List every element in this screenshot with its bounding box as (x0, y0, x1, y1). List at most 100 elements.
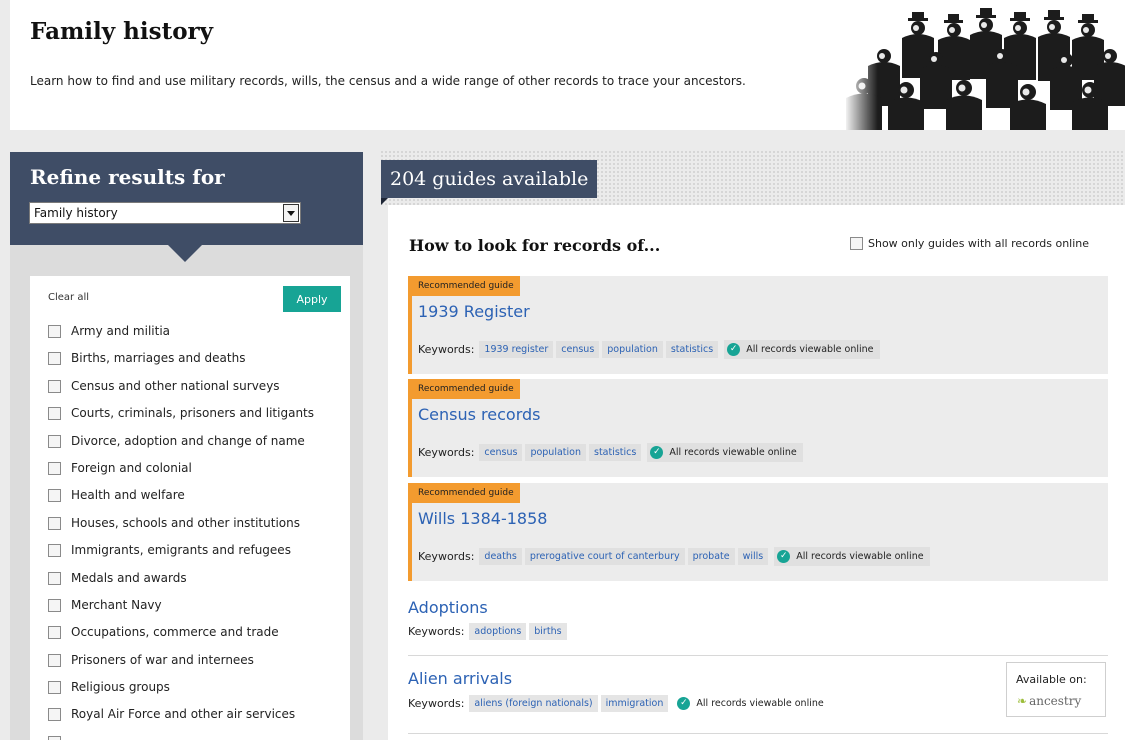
keyword-tag[interactable]: births (529, 623, 567, 640)
filter-item[interactable]: Foreign and colonial (48, 461, 314, 488)
filter-item[interactable]: Army and militia (48, 324, 314, 351)
keywords-label: Keywords: (418, 446, 475, 459)
keyword-tag[interactable]: deaths (479, 548, 522, 565)
category-select-value: Family history (34, 206, 118, 220)
guide-item: Adoptions Keywords: adoptions births (408, 598, 1108, 640)
keywords-label: Keywords: (418, 550, 475, 563)
category-select[interactable]: Family history (29, 202, 301, 224)
keyword-tag[interactable]: statistics (589, 444, 642, 461)
recommended-guide: Recommended guide Census records Keyword… (408, 379, 1108, 477)
section-title: How to look for records of... (409, 236, 661, 255)
keywords-row: Keywords: 1939 register census populatio… (418, 340, 880, 359)
filter-item[interactable]: Courts, criminals, prisoners and litigan… (48, 406, 314, 433)
guide-title-link[interactable]: Adoptions (408, 598, 1108, 617)
keywords-row: Keywords: adoptions births (408, 623, 1108, 640)
checkbox[interactable] (48, 379, 61, 393)
checkbox[interactable] (48, 544, 61, 558)
available-on-label: Available on: (1016, 673, 1087, 686)
guide-title-link[interactable]: 1939 Register (418, 302, 530, 321)
keyword-tag[interactable]: census (479, 444, 523, 461)
checkbox[interactable] (48, 325, 61, 338)
online-badge: ✓ All records viewable online (774, 547, 930, 566)
filter-item[interactable]: Health and welfare (48, 488, 314, 515)
filter-item[interactable]: Religious groups (48, 680, 314, 707)
check-icon: ✓ (727, 343, 741, 356)
checkbox[interactable] (48, 516, 61, 530)
keywords-row: Keywords: aliens (foreign nationals) imm… (408, 694, 1108, 713)
checkbox[interactable] (48, 653, 61, 667)
checkbox[interactable] (48, 407, 61, 421)
filter-panel: Clear all Apply Army and militia Births,… (30, 276, 350, 740)
online-only-toggle[interactable]: Show only guides with all records online (850, 236, 1089, 250)
guide-item: Alien arrivals Keywords: aliens (foreign… (408, 669, 1108, 713)
recommended-tag: Recommended guide (412, 379, 520, 399)
checkbox[interactable] (48, 461, 61, 475)
checkbox[interactable] (48, 626, 61, 640)
guide-title-link[interactable]: Census records (418, 405, 541, 424)
checkbox[interactable] (48, 598, 61, 612)
keywords-row: Keywords: census population statistics ✓… (418, 443, 803, 462)
refine-pointer (168, 245, 202, 262)
checkbox[interactable] (48, 735, 61, 740)
checkbox[interactable] (48, 708, 61, 722)
guide-title-link[interactable]: Wills 1384-1858 (418, 509, 547, 528)
guide-title-link[interactable]: Alien arrivals (408, 669, 1108, 688)
filter-list: Army and militia Births, marriages and d… (48, 324, 314, 740)
keyword-tag[interactable]: 1939 register (479, 341, 554, 358)
filter-item[interactable]: Prisoners of war and internees (48, 653, 314, 680)
filter-item[interactable]: Census and other national surveys (48, 379, 314, 406)
recommended-guide: Recommended guide Wills 1384-1858 Keywor… (408, 483, 1108, 581)
keyword-tag[interactable]: prerogative court of canterbury (524, 548, 685, 565)
keyword-tag[interactable]: wills (737, 548, 769, 565)
check-icon: ✓ (677, 697, 691, 710)
filter-item[interactable]: Medals and awards (48, 571, 314, 598)
recommended-guide: Recommended guide 1939 Register Keywords… (408, 276, 1108, 374)
filter-item[interactable]: Houses, schools and other institutions (48, 516, 314, 543)
checkbox[interactable] (48, 352, 61, 366)
chevron-down-icon[interactable] (283, 204, 299, 222)
checkbox[interactable] (48, 434, 61, 448)
victorian-group-photo (844, 4, 1125, 130)
check-icon: ✓ (650, 446, 664, 459)
apply-button[interactable]: Apply (283, 286, 341, 312)
divider (408, 655, 1108, 656)
recommended-tag: Recommended guide (412, 276, 520, 296)
online-badge: ✓ All records viewable online (724, 340, 880, 359)
guides-list: How to look for records of... Show only … (388, 205, 1125, 740)
refine-title: Refine results for (30, 165, 225, 189)
keywords-label: Keywords: (408, 625, 465, 638)
filter-item[interactable]: Royal Air Force and other air services (48, 707, 314, 734)
keywords-label: Keywords: (408, 697, 465, 710)
keyword-tag[interactable]: population (602, 341, 663, 358)
recommended-tag: Recommended guide (412, 483, 520, 503)
keyword-tag[interactable]: immigration (600, 695, 669, 712)
keywords-row: Keywords: deaths prerogative court of ca… (418, 547, 930, 566)
keywords-label: Keywords: (418, 343, 475, 356)
checkbox[interactable] (48, 681, 61, 695)
leaf-icon: ❧ (1017, 694, 1028, 708)
keyword-tag[interactable]: statistics (665, 341, 719, 358)
page-header: Family history Learn how to find and use… (10, 0, 1125, 130)
online-badge: ✓ All records viewable online (647, 443, 803, 462)
page-title: Family history (30, 18, 214, 45)
filter-item[interactable]: Births, marriages and deaths (48, 351, 314, 378)
filter-item[interactable] (48, 735, 314, 740)
banner-tail (381, 198, 388, 205)
checkbox[interactable] (48, 571, 61, 585)
online-only-checkbox[interactable] (850, 237, 863, 250)
clear-all-link[interactable]: Clear all (48, 292, 89, 303)
keyword-tag[interactable]: census (556, 341, 600, 358)
keyword-tag[interactable]: adoptions (469, 623, 527, 640)
available-on-box[interactable]: Available on: ❧ ancestry (1006, 662, 1106, 717)
refine-header: Refine results for Family history (10, 152, 363, 245)
ancestry-logo[interactable]: ❧ ancestry (1017, 694, 1081, 708)
keyword-tag[interactable]: population (525, 444, 586, 461)
keyword-tag[interactable]: probate (687, 548, 735, 565)
online-badge: ✓ All records viewable online (674, 694, 829, 713)
checkbox[interactable] (48, 489, 61, 503)
keyword-tag[interactable]: aliens (foreign nationals) (469, 695, 598, 712)
filter-item[interactable]: Immigrants, emigrants and refugees (48, 543, 314, 570)
filter-item[interactable]: Occupations, commerce and trade (48, 625, 314, 652)
filter-item[interactable]: Merchant Navy (48, 598, 314, 625)
filter-item[interactable]: Divorce, adoption and change of name (48, 434, 314, 461)
